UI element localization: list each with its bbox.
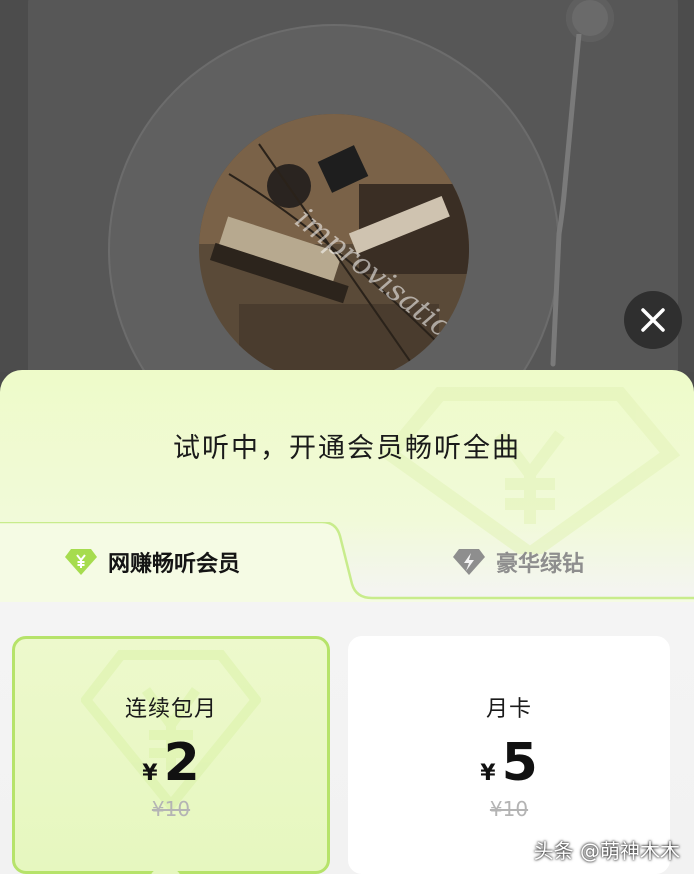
original-price: ¥10 xyxy=(489,797,529,821)
tab-label: 豪华绿钻 xyxy=(496,552,585,577)
tab-wangzhuan-member[interactable]: 网赚畅听会员 xyxy=(64,542,240,582)
plan-price: 5 xyxy=(501,733,538,793)
plan-price: 2 xyxy=(163,733,200,793)
diamond-yen-icon xyxy=(65,549,97,575)
membership-sheet: 试听中，开通会员畅听全曲 网赚畅听会员 豪华绿钻 连续包月 ¥ 2 ¥10 月卡… xyxy=(0,370,694,874)
price-row: ¥ 2 xyxy=(15,737,327,789)
tab-luxury-green-diamond[interactable]: 豪华绿钻 xyxy=(452,542,584,582)
original-price: ¥10 xyxy=(151,797,191,821)
diamond-bolt-icon xyxy=(453,549,485,575)
album-cover: improvisation xyxy=(199,114,469,372)
source-watermark: 头条 @萌神木木 xyxy=(533,839,680,863)
music-player: improvisation xyxy=(0,0,694,372)
close-icon xyxy=(641,308,665,332)
price-row: ¥ 5 xyxy=(351,737,667,789)
close-button[interactable] xyxy=(624,291,682,349)
plan-name: 连续包月 xyxy=(124,697,217,722)
currency-symbol: ¥ xyxy=(480,761,496,786)
currency-symbol: ¥ xyxy=(142,761,158,786)
tonearm xyxy=(550,34,582,367)
tab-label: 网赚畅听会员 xyxy=(108,552,241,577)
membership-tabs: 网赚畅听会员 豪华绿钻 xyxy=(0,522,694,602)
sheet-headline: 试听中，开通会员畅听全曲 xyxy=(173,433,521,464)
plan-card-monthly-auto[interactable]: 连续包月 ¥ 2 ¥10 xyxy=(12,636,330,874)
plan-name: 月卡 xyxy=(485,697,532,722)
